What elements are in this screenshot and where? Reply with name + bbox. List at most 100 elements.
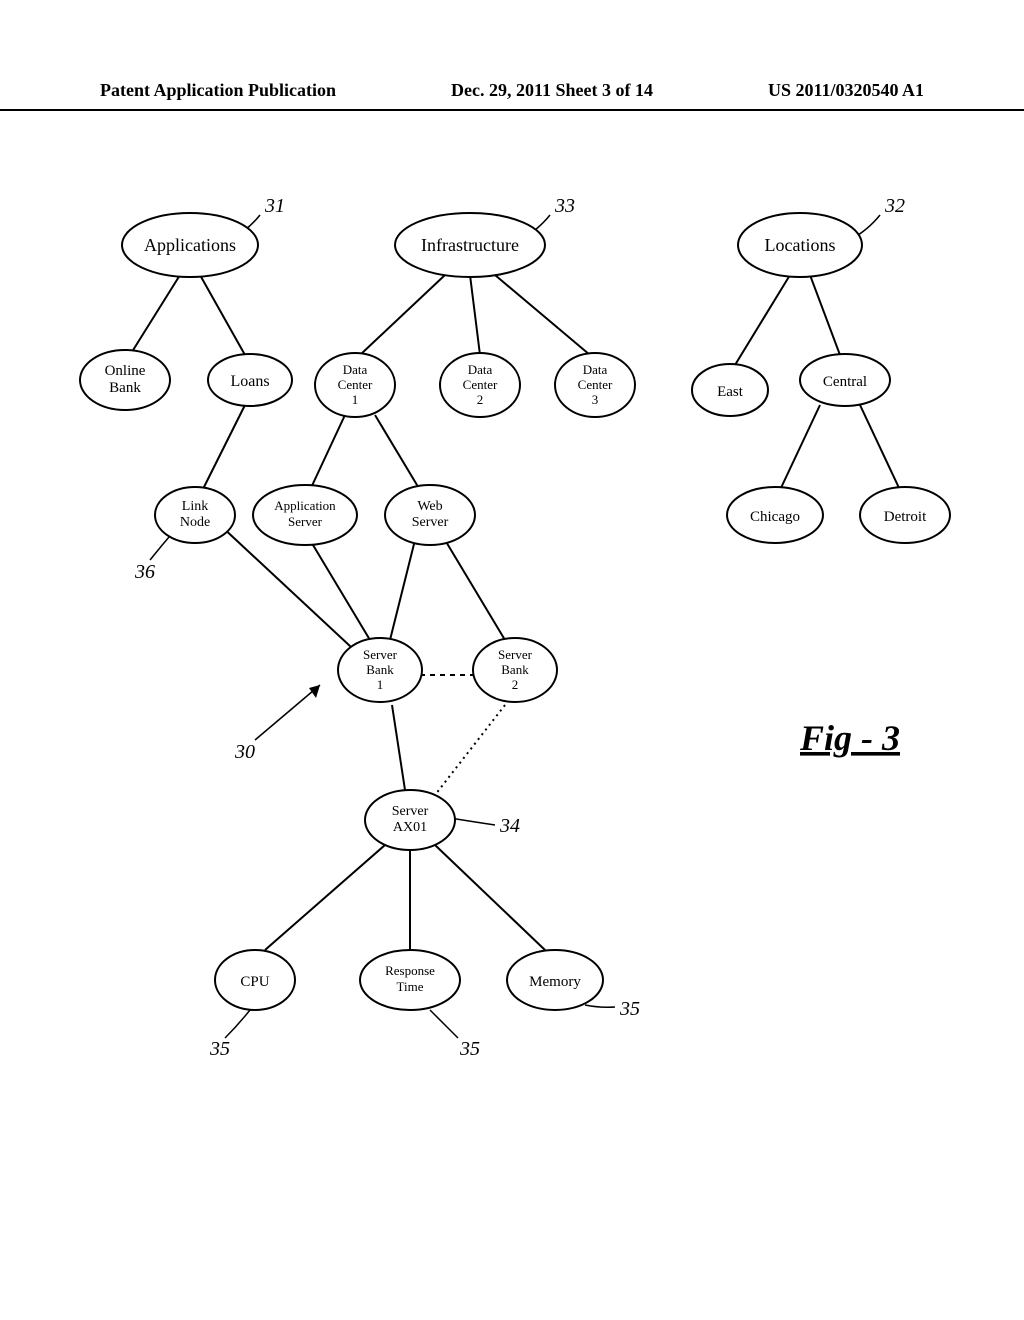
node-east-label: East xyxy=(717,384,744,400)
node-webserver-l2: Server xyxy=(412,515,449,530)
node-chicago-label: Chicago xyxy=(750,509,800,525)
node-sb2-l2: Bank xyxy=(501,662,529,677)
edge-locations-central xyxy=(810,275,840,355)
node-sb2-l1: Server xyxy=(498,647,533,662)
node-server-ax01: Server AX01 xyxy=(365,790,455,850)
node-dc1-l3: 1 xyxy=(352,392,359,407)
edge-sb1-serverax01 xyxy=(392,705,405,790)
arrow-30-head xyxy=(309,685,320,698)
node-data-center-2: Data Center 2 xyxy=(440,353,520,417)
figure-area: Applications Online Bank Loans Link xyxy=(0,130,1024,1300)
edge-applications-onlinebank xyxy=(130,275,180,355)
node-detroit: Detroit xyxy=(860,487,950,543)
node-cpu: CPU xyxy=(215,950,295,1010)
node-loans-label: Loans xyxy=(230,373,269,390)
node-applications-label: Applications xyxy=(144,235,236,255)
node-sb1-l3: 1 xyxy=(377,677,384,692)
edge-locations-east xyxy=(735,275,790,365)
node-link-node-label1: Link xyxy=(182,499,208,514)
diagram-svg: Applications Online Bank Loans Link xyxy=(0,130,1024,1300)
edge-webserver-sb2 xyxy=(445,540,505,640)
ref-31: 31 xyxy=(264,195,285,217)
figure-label: Fig - 3 xyxy=(799,718,900,758)
node-chicago: Chicago xyxy=(727,487,823,543)
nodes-group: Applications Online Bank Loans Link xyxy=(80,213,950,1010)
node-infrastructure-label: Infrastructure xyxy=(421,235,519,255)
edge-server-memory xyxy=(435,845,545,950)
edge-loans-linknode xyxy=(200,405,245,495)
edge-central-chicago xyxy=(780,405,820,490)
arrow-30-line xyxy=(255,685,320,740)
node-applications: Applications xyxy=(122,213,258,277)
node-server-bank-1: Server Bank 1 xyxy=(338,638,422,702)
edge-sb2-serverax01-dotted xyxy=(435,705,505,795)
node-detroit-label: Detroit xyxy=(884,509,927,525)
node-dc1-l1: Data xyxy=(343,362,368,377)
callout-35a xyxy=(225,1010,250,1038)
edge-appserver-sb1 xyxy=(310,540,370,640)
node-data-center-1: Data Center 1 xyxy=(315,353,395,417)
edge-dc1-webserver xyxy=(375,415,420,490)
edge-webserver-sb1 xyxy=(390,540,415,640)
node-link-node: Link Node xyxy=(155,487,235,543)
node-dc3-l3: 3 xyxy=(592,392,599,407)
node-locations: Locations xyxy=(738,213,862,277)
node-memory: Memory xyxy=(507,950,603,1010)
ref-30: 30 xyxy=(234,741,255,763)
ref-numerals: 31 33 32 34 35 35 35 36 30 xyxy=(134,195,905,1060)
node-dc2-l1: Data xyxy=(468,362,493,377)
edge-linknode-serverbank1 xyxy=(220,525,365,660)
node-east: East xyxy=(692,364,768,416)
node-infrastructure: Infrastructure xyxy=(395,213,545,277)
edge-infra-dc1 xyxy=(360,275,445,355)
edge-dc1-appserver xyxy=(310,415,345,490)
page-header: Patent Application Publication Dec. 29, … xyxy=(0,80,1024,111)
callout-35c xyxy=(585,1005,615,1007)
dotted-edges xyxy=(435,705,505,795)
node-sb2-l3: 2 xyxy=(512,677,519,692)
callout-34 xyxy=(450,818,495,825)
node-online-bank-label2: Bank xyxy=(109,380,141,396)
node-dc2-l3: 2 xyxy=(477,392,484,407)
node-ax01-l1: Server xyxy=(392,804,429,819)
node-cpu-label: CPU xyxy=(240,974,269,990)
edge-applications-loans xyxy=(200,275,245,355)
node-server-bank-2: Server Bank 2 xyxy=(473,638,557,702)
node-online-bank: Online Bank xyxy=(80,350,170,410)
node-dc1-l2: Center xyxy=(338,377,373,392)
node-appserver-l2: Server xyxy=(288,514,323,529)
node-data-center-3: Data Center 3 xyxy=(555,353,635,417)
edge-central-detroit xyxy=(860,405,900,490)
node-dc2-l2: Center xyxy=(463,377,498,392)
ref-34: 34 xyxy=(499,815,520,837)
node-resptime-l2: Time xyxy=(397,979,424,994)
ref-35a: 35 xyxy=(209,1038,230,1060)
ref-35c: 35 xyxy=(619,998,640,1020)
node-sb1-l1: Server xyxy=(363,647,398,662)
node-online-bank-label1: Online xyxy=(105,363,146,379)
node-central: Central xyxy=(800,354,890,406)
node-central-label: Central xyxy=(823,374,867,390)
callout-35b xyxy=(430,1010,458,1038)
node-loans: Loans xyxy=(208,354,292,406)
node-resptime-l1: Response xyxy=(385,963,435,978)
node-application-server: Application Server xyxy=(253,485,357,545)
header-right: US 2011/0320540 A1 xyxy=(768,80,924,101)
node-locations-label: Locations xyxy=(765,235,836,255)
node-link-node-label2: Node xyxy=(180,515,210,530)
node-appserver-l1: Application xyxy=(274,498,336,513)
node-memory-label: Memory xyxy=(529,974,581,990)
header-left: Patent Application Publication xyxy=(100,80,336,101)
callouts xyxy=(150,215,880,1038)
edge-infra-dc2 xyxy=(470,275,480,355)
node-dc3-l1: Data xyxy=(583,362,608,377)
node-response-time: Response Time xyxy=(360,950,460,1010)
ref-33: 33 xyxy=(554,195,575,217)
node-sb1-l2: Bank xyxy=(366,662,394,677)
ref-32: 32 xyxy=(884,195,905,217)
ref-35b: 35 xyxy=(459,1038,480,1060)
ref-36: 36 xyxy=(134,561,155,583)
node-web-server: Web Server xyxy=(385,485,475,545)
edge-infra-dc3 xyxy=(495,275,590,355)
node-webserver-l1: Web xyxy=(417,499,442,514)
